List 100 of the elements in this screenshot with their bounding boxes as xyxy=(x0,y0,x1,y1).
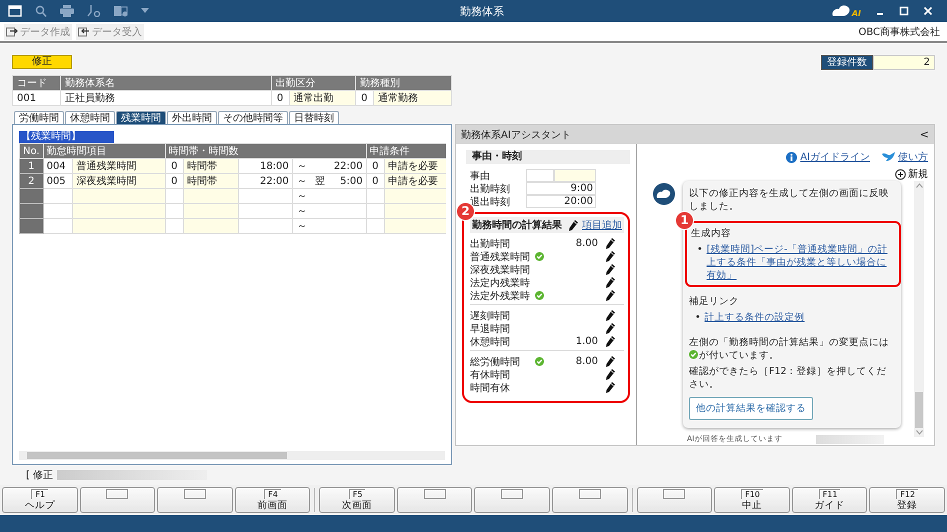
function-key[interactable]: F10 中止 xyxy=(714,487,790,513)
input-field[interactable]: 20:00 xyxy=(526,195,596,208)
help-link[interactable]: AIガイドライン xyxy=(786,150,870,164)
column-header: 勤務体系名 xyxy=(60,76,272,90)
new-chat-button[interactable]: 新規 xyxy=(895,167,928,181)
table-cell: 5:00 xyxy=(329,174,366,188)
spreadsheet-icon[interactable] xyxy=(114,5,128,17)
record-count-label: 登録件数 xyxy=(821,54,873,70)
close-icon[interactable] xyxy=(923,6,933,16)
result-value: 1.00 xyxy=(574,336,598,347)
loading-bar xyxy=(816,434,884,444)
help-link[interactable]: 使い方 xyxy=(882,150,928,164)
import-icon xyxy=(78,26,90,37)
function-key[interactable] xyxy=(80,487,156,513)
window-title: 勤務体系 xyxy=(460,4,505,18)
add-item-link[interactable]: 項目追加 xyxy=(582,218,622,232)
function-key[interactable]: F1 ヘルプ xyxy=(2,487,78,513)
ai-logo[interactable]: AI xyxy=(830,4,861,18)
bullet: • xyxy=(697,243,703,256)
maximize-icon[interactable] xyxy=(899,6,909,16)
pencil-icon[interactable] xyxy=(606,382,615,393)
column-header: 申請条件 xyxy=(366,144,446,158)
tab[interactable]: 労働時間 xyxy=(14,111,64,124)
function-key[interactable] xyxy=(552,487,628,513)
scroll-down-icon[interactable] xyxy=(916,430,922,435)
search-icon[interactable] xyxy=(35,4,47,18)
pencil-icon[interactable] xyxy=(606,336,615,347)
bird-icon xyxy=(882,152,895,162)
table-cell: 翌 xyxy=(310,174,330,188)
mode-badge: 修正 xyxy=(12,55,72,69)
window-icon[interactable] xyxy=(8,5,22,17)
row-number[interactable] xyxy=(20,204,44,218)
function-key[interactable]: F5 次画面 xyxy=(319,487,395,513)
input-field[interactable] xyxy=(554,169,596,182)
row-number[interactable]: 1 xyxy=(20,158,44,174)
function-key[interactable] xyxy=(157,487,233,513)
scrollbar[interactable] xyxy=(914,181,924,437)
column-header: 出勤区分 xyxy=(271,76,356,90)
callout-badge: 1 xyxy=(675,211,694,230)
function-key[interactable]: F4 前画面 xyxy=(234,487,310,513)
tab[interactable]: その他時間等 xyxy=(218,111,288,124)
table-cell: 正社員勤務 xyxy=(60,90,272,106)
check-icon xyxy=(689,350,698,359)
function-key[interactable]: F11 ガイド xyxy=(792,487,868,513)
pencil-icon[interactable] xyxy=(606,264,615,275)
table-cell xyxy=(184,218,239,234)
table-cell: 18:00 xyxy=(238,158,292,174)
scroll-up-icon[interactable] xyxy=(916,183,922,188)
tab[interactable]: 日替時刻 xyxy=(289,111,339,124)
input-field[interactable]: 9:00 xyxy=(526,182,596,195)
tab[interactable]: 残業時間 xyxy=(116,111,166,124)
result-label: 有休時間 xyxy=(470,368,511,382)
table-cell: ～ xyxy=(292,158,311,174)
function-key[interactable]: F12 登録 xyxy=(869,487,945,513)
pencil-icon[interactable] xyxy=(606,251,615,262)
scroll-thumb[interactable] xyxy=(915,392,923,428)
collapse-button[interactable]: < xyxy=(920,128,929,141)
table-cell: ～ xyxy=(292,204,311,218)
table-cell: ～ xyxy=(292,218,311,234)
table-cell xyxy=(238,204,292,218)
table-cell: 時間帯 xyxy=(184,158,239,174)
table-cell xyxy=(384,188,446,204)
confirm-button[interactable]: 他の計算結果を確認する xyxy=(689,397,813,420)
row-number[interactable] xyxy=(20,188,44,204)
results-title: 勤務時間の計算結果 xyxy=(472,218,563,232)
table-cell: 22:00 xyxy=(238,174,292,188)
result-label: 時間有休 xyxy=(470,382,511,394)
table-cell xyxy=(384,218,446,234)
section-label: 【残業時間】 xyxy=(19,131,114,143)
result-label: 出勤時間 xyxy=(470,238,511,250)
generated-link[interactable]: [残業時間]ページ-「普通残業時間」の計上する条件「事由が残業と等しい場合に有効」 xyxy=(706,243,895,282)
table-cell: 001 xyxy=(12,90,61,106)
result-value: 8.00 xyxy=(574,238,598,249)
section-title: 事由・時刻 xyxy=(466,150,630,164)
bullet: • xyxy=(695,311,701,324)
pencil-icon[interactable] xyxy=(606,290,615,301)
pencil-icon[interactable] xyxy=(606,238,615,249)
tab[interactable]: 外出時間 xyxy=(167,111,217,124)
pencil-icon[interactable] xyxy=(606,369,615,380)
supplement-link[interactable]: 計上する条件の設定例 xyxy=(704,311,805,324)
caret-icon[interactable] xyxy=(141,8,149,14)
row-number[interactable] xyxy=(20,218,44,234)
function-key[interactable] xyxy=(396,487,472,513)
status-text: [ 修正 xyxy=(26,469,54,482)
result-label: 早退時間 xyxy=(470,322,511,336)
pencil-icon[interactable] xyxy=(606,277,615,288)
printer-icon[interactable] xyxy=(60,5,74,17)
table-cell: 深夜残業時間 xyxy=(72,174,166,188)
function-key[interactable] xyxy=(474,487,550,513)
pencil-icon[interactable] xyxy=(606,323,615,334)
scrollbar[interactable] xyxy=(19,451,445,460)
pencil-icon[interactable] xyxy=(606,310,615,321)
pencil-icon[interactable] xyxy=(606,356,615,367)
function-key[interactable] xyxy=(636,487,712,513)
tab[interactable]: 休憩時間 xyxy=(65,111,115,124)
row-number[interactable]: 2 xyxy=(20,174,44,188)
input-field[interactable] xyxy=(526,169,554,182)
result-value: 8.00 xyxy=(574,356,598,367)
field-label: 出勤時刻 xyxy=(470,182,511,196)
table-cell: 時間帯 xyxy=(184,174,239,188)
